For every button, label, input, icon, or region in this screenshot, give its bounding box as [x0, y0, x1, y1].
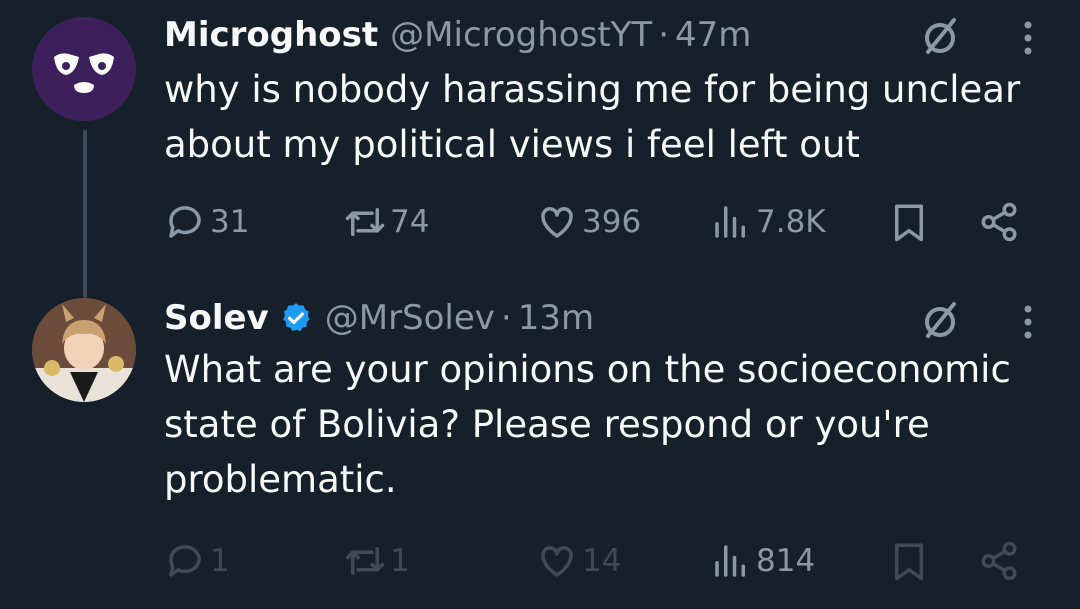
reply-button[interactable]: 1	[164, 536, 230, 586]
bookmark-button[interactable]	[888, 536, 930, 586]
views-button[interactable]: 7.8K	[710, 197, 826, 247]
tweet-header: Solev @MrSolev · 13m	[164, 298, 594, 338]
more-dots-icon[interactable]	[1016, 18, 1040, 58]
reply-icon	[169, 545, 201, 577]
views-icon	[715, 545, 745, 577]
avatar[interactable]	[32, 17, 136, 121]
tweet-text: What are your opinions on the socioecono…	[164, 348, 1011, 501]
bookmark-button[interactable]	[888, 197, 930, 247]
thread-line	[83, 130, 87, 298]
share-button[interactable]	[978, 197, 1020, 247]
like-button[interactable]: 14	[536, 536, 621, 586]
timestamp[interactable]: 13m	[518, 298, 594, 338]
ghost-face-icon	[32, 17, 136, 121]
timestamp[interactable]: 47m	[675, 15, 751, 55]
action-bar: 1 1 14 814	[164, 536, 1044, 586]
like-button[interactable]: 396	[536, 197, 641, 247]
avatar[interactable]	[32, 298, 136, 402]
separator-dot: ·	[658, 15, 670, 55]
action-bar: 31 74 396 7.8K	[164, 197, 1044, 247]
bookmark-icon	[895, 543, 923, 581]
retweet-count: 74	[390, 204, 430, 240]
author-handle[interactable]: @MicroghostYT	[390, 15, 652, 55]
views-button[interactable]: 814	[710, 536, 815, 586]
like-count: 14	[582, 543, 622, 579]
separator-dot: ·	[500, 298, 512, 338]
retweet-icon	[345, 547, 385, 575]
like-count: 396	[582, 204, 642, 240]
grok-icon[interactable]	[918, 14, 962, 58]
anime-character-avatar	[32, 298, 136, 402]
author-handle[interactable]: @MrSolev	[325, 298, 495, 338]
tweet-text: why is nobody harassing me for being unc…	[164, 68, 1021, 166]
views-count: 7.8K	[756, 204, 826, 240]
author-name[interactable]: Microghost	[164, 15, 378, 55]
share-button[interactable]	[978, 536, 1020, 586]
reply-count: 31	[210, 204, 250, 240]
reply-button[interactable]: 31	[164, 197, 249, 247]
share-icon	[981, 541, 1017, 581]
retweet-button[interactable]: 1	[344, 536, 410, 586]
tweet[interactable]: Microghost @MicroghostYT · 47m why is no…	[0, 0, 1080, 298]
more-dots-icon[interactable]	[1016, 302, 1040, 342]
retweet-icon	[345, 208, 385, 236]
grok-icon[interactable]	[918, 298, 962, 342]
views-count: 814	[756, 543, 816, 579]
heart-icon	[541, 546, 573, 577]
bookmark-icon	[895, 204, 923, 242]
retweet-count: 1	[390, 543, 410, 579]
tweet[interactable]: Solev @MrSolev · 13m What are your opini…	[0, 280, 1080, 609]
share-icon	[981, 202, 1017, 242]
author-name[interactable]: Solev	[164, 298, 269, 338]
reply-icon	[169, 206, 201, 238]
views-icon	[715, 206, 745, 238]
retweet-button[interactable]: 74	[344, 197, 429, 247]
verified-badge-icon	[279, 301, 313, 335]
heart-icon	[541, 207, 573, 238]
reply-count: 1	[210, 543, 230, 579]
tweet-header: Microghost @MicroghostYT · 47m	[164, 15, 751, 55]
